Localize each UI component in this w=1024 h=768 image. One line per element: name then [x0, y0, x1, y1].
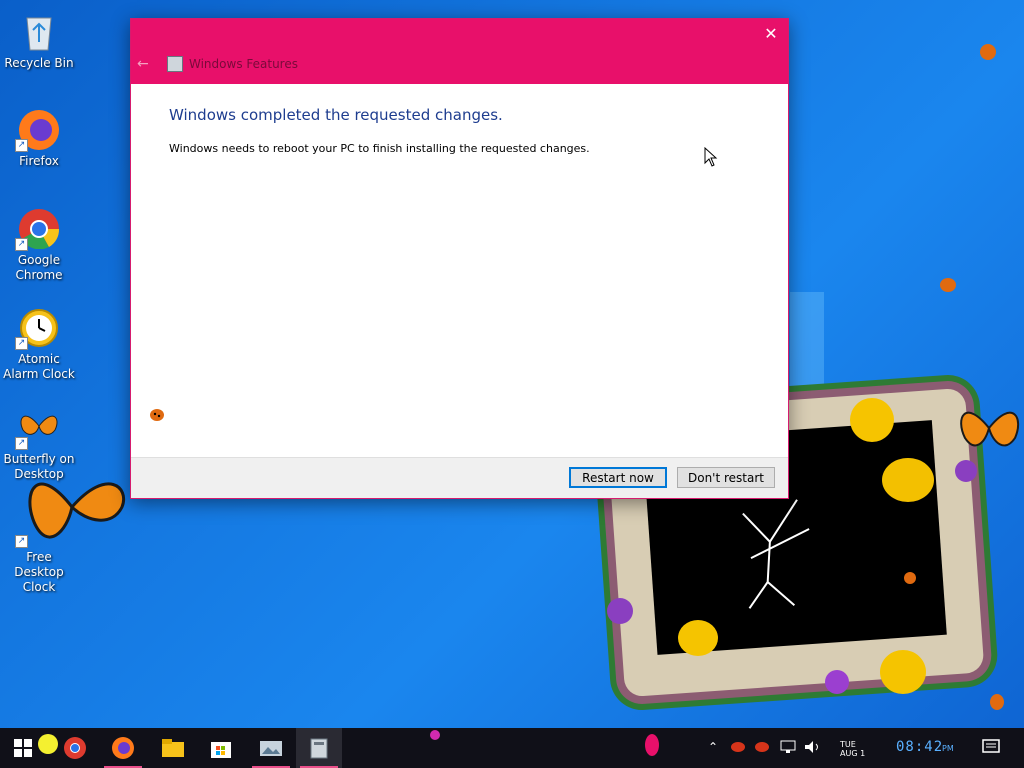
- dialog-heading: Windows completed the requested changes.: [169, 106, 503, 124]
- file-explorer-icon: [162, 739, 184, 757]
- desktop-icon-label: Firefox: [19, 154, 59, 168]
- desktop-icon-label: Google Chrome: [15, 253, 63, 282]
- volume-icon[interactable]: [804, 740, 822, 754]
- dialog-title: Windows Features: [189, 57, 298, 71]
- network-icon[interactable]: [780, 740, 796, 754]
- ladybug-decoration: [940, 278, 956, 292]
- firefox-icon: [112, 737, 134, 759]
- taskbar-windows-features[interactable]: [296, 728, 342, 768]
- close-icon[interactable]: ✕: [760, 23, 782, 45]
- sparkle-decoration: [430, 730, 440, 740]
- shortcut-arrow-icon: ↗: [15, 337, 28, 350]
- purple-flower-decoration: [607, 598, 633, 624]
- ladybug-tray-icon[interactable]: [754, 741, 770, 753]
- start-icon: [14, 739, 32, 757]
- taskbar-firefox[interactable]: [100, 728, 146, 768]
- image-viewer-icon: [260, 741, 282, 756]
- butterfly-decoration: [960, 411, 1020, 447]
- firefox-icon: ↗: [15, 106, 61, 152]
- shortcut-arrow-icon: ↗: [15, 139, 28, 152]
- shortcut-arrow-icon: ↗: [15, 535, 28, 548]
- desktop-icon-free-desktop-clock[interactable]: ↗ Free Desktop Clock: [2, 502, 76, 595]
- yellow-rose-decoration: [882, 458, 934, 502]
- desktop-icon-label: Free Desktop Clock: [14, 550, 64, 594]
- dialog-titlebar[interactable]: ✕ ← Windows Features: [131, 19, 788, 84]
- back-arrow-icon[interactable]: ←: [137, 56, 153, 72]
- desktop-icon-label: Butterfly on Desktop: [3, 452, 75, 481]
- taskbar-chrome[interactable]: [52, 728, 98, 768]
- desktop-icon-label: Atomic Alarm Clock: [3, 352, 75, 381]
- desktop-icon-recycle-bin[interactable]: Recycle Bin: [2, 8, 76, 71]
- windows-features-icon: [167, 56, 183, 72]
- desktop-clock-icon: ↗: [15, 502, 61, 548]
- yellow-rose-decoration: [678, 620, 718, 656]
- tray-clock-time[interactable]: 08:42: [896, 739, 943, 755]
- taskbar-store[interactable]: [198, 728, 244, 768]
- purple-flower-decoration: [955, 460, 977, 482]
- store-icon: [211, 742, 231, 758]
- desktop-icon-label: Recycle Bin: [4, 56, 74, 70]
- chrome-icon: [64, 737, 86, 759]
- notification-center-icon[interactable]: [982, 739, 1000, 755]
- tray-day: TUE: [840, 740, 856, 749]
- shortcut-arrow-icon: ↗: [15, 238, 28, 251]
- mouse-cursor-icon: [704, 147, 718, 167]
- ladybug-decoration: [990, 694, 1004, 710]
- desktop-icon-butterfly-on-desktop[interactable]: ↗ Butterfly on Desktop: [2, 404, 76, 482]
- ladybug-tray-icon[interactable]: [730, 741, 746, 753]
- wallpaper-light-beam: [790, 292, 824, 388]
- yellow-rose-decoration: [850, 398, 894, 442]
- shortcut-arrow-icon: ↗: [15, 437, 28, 450]
- ladybug-decoration: [150, 409, 164, 421]
- taskbar-image-viewer[interactable]: [248, 728, 294, 768]
- yellow-rose-decoration: [880, 650, 926, 694]
- chrome-icon: ↗: [15, 205, 61, 251]
- ladybug-decoration: [904, 572, 916, 584]
- ladybug-decoration: [980, 44, 996, 60]
- taskbar-file-explorer[interactable]: [150, 728, 196, 768]
- taskbar: ⌃ TUE AUG 1 08:42 PM: [0, 728, 1024, 768]
- restart-now-button[interactable]: Restart now: [569, 467, 667, 488]
- desktop-icon-firefox[interactable]: ↗ Firefox: [2, 106, 76, 169]
- sparkle-decoration: [38, 734, 58, 754]
- tray-date: AUG 1: [840, 749, 866, 758]
- recycle-bin-icon: [17, 8, 61, 52]
- windows-features-icon: [310, 738, 328, 759]
- tray-clock-ampm: PM: [942, 744, 954, 753]
- purple-flower-decoration: [825, 670, 849, 694]
- windows-features-dialog: ✕ ← Windows Features Windows completed t…: [130, 18, 789, 499]
- dialog-message: Windows needs to reboot your PC to finis…: [169, 142, 590, 155]
- desktop-icon-atomic-alarm-clock[interactable]: ↗ Atomic Alarm Clock: [2, 304, 76, 382]
- butterfly-icon: ↗: [15, 404, 61, 450]
- show-hidden-icons-icon[interactable]: ⌃: [708, 740, 718, 754]
- desktop-icon-google-chrome[interactable]: ↗ Google Chrome: [2, 205, 76, 283]
- sparkle-decoration: [645, 734, 659, 756]
- alarm-clock-icon: ↗: [15, 304, 61, 350]
- dialog-footer: Restart now Don't restart: [131, 457, 788, 498]
- dont-restart-button[interactable]: Don't restart: [677, 467, 775, 488]
- dialog-content: Windows completed the requested changes.…: [131, 84, 788, 177]
